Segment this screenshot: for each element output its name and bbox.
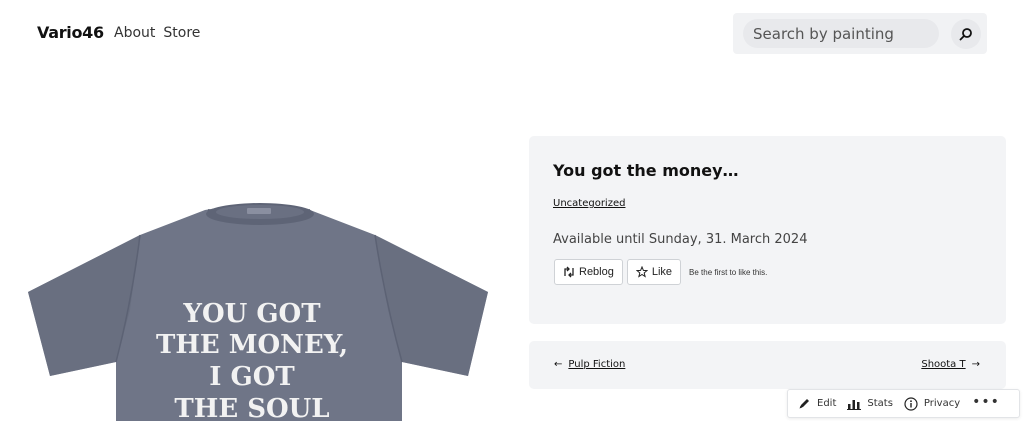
site-title[interactable]: Vario46 (37, 23, 104, 42)
nav-item-about[interactable]: About (114, 25, 155, 41)
post-title: You got the money… (553, 161, 739, 180)
stats-icon (847, 399, 862, 410)
post-category-link[interactable]: Uncategorized (553, 198, 625, 209)
post-availability: Available until Sunday, 31. March 2024 (553, 232, 808, 247)
admin-action-bar: Edit Stats Privacy ••• (787, 389, 1020, 418)
like-button[interactable]: Like (626, 259, 682, 285)
like-note: Be the first to like this. (689, 267, 768, 277)
tshirt-illustration: YOU GOT THE MONEY, I GOT THE SOUL (28, 203, 488, 421)
reblog-label: Reblog (579, 266, 614, 278)
print-line-3: I GOT (209, 362, 295, 392)
post-card: You got the money… Uncategorized Availab… (529, 136, 1006, 324)
search-bar (733, 13, 987, 54)
post-navigation: ← Pulp Fiction Shoota T → (529, 341, 1006, 389)
privacy-button[interactable]: Privacy (904, 396, 961, 411)
next-post-link[interactable]: Shoota T (921, 359, 965, 370)
nav-item-store[interactable]: Store (163, 25, 200, 41)
print-line-4: THE SOUL (174, 394, 329, 421)
more-options-icon[interactable]: ••• (972, 395, 1000, 413)
prev-arrow-icon: ← (554, 359, 563, 370)
info-icon (904, 396, 918, 411)
previous-post-link[interactable]: Pulp Fiction (568, 359, 625, 370)
next-arrow-icon: → (971, 359, 980, 370)
reblog-button[interactable]: Reblog (554, 259, 623, 285)
next-post: Shoota T → (921, 359, 980, 370)
main-nav: About Store (114, 25, 200, 41)
privacy-label: Privacy (923, 398, 961, 409)
like-label: Like (651, 266, 673, 278)
star-icon (635, 266, 648, 278)
print-line-1: YOU GOT (182, 299, 321, 329)
previous-post: ← Pulp Fiction (554, 359, 625, 370)
edit-label: Edit (817, 398, 837, 409)
search-icon (959, 28, 972, 41)
edit-button[interactable]: Edit (798, 397, 836, 410)
search-input[interactable] (743, 19, 939, 48)
print-line-2: THE MONEY, (156, 330, 348, 360)
search-button[interactable] (951, 19, 981, 49)
share-buttons: Reblog Like Be the first to like this. (554, 259, 767, 285)
stats-label: Stats (867, 398, 893, 409)
reblog-icon (564, 266, 574, 278)
product-image: YOU GOT THE MONEY, I GOT THE SOUL (20, 190, 500, 421)
pencil-icon (799, 399, 809, 409)
stats-button[interactable]: Stats (847, 398, 893, 410)
